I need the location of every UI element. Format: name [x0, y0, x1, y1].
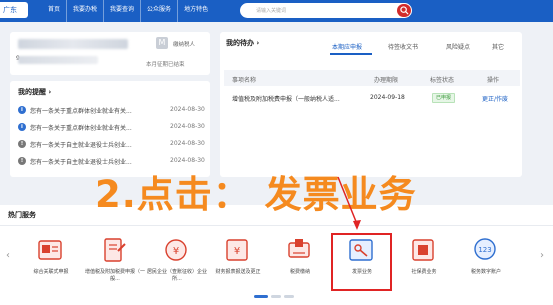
table-row: 增值税及附加税费申报（一般纳税人适... 2024-09-18 已申报 更正/作…: [224, 89, 520, 109]
status-badge: 已申报: [432, 93, 456, 103]
warning-icon: !: [18, 140, 26, 148]
service-label: 税费缴纳: [289, 269, 310, 275]
tab-pending-documents[interactable]: 待签收文书: [388, 42, 418, 51]
pagination-dot-active[interactable]: [254, 295, 268, 298]
search-button[interactable]: [397, 4, 411, 17]
service-label: 税务数字账户: [470, 269, 501, 275]
tab-risk-doubts[interactable]: 风险疑点: [446, 42, 470, 51]
service-vat-declare[interactable]: 增值税及附加税费申报（一般...: [84, 237, 146, 291]
active-tab-underline: [330, 53, 372, 55]
carousel-prev-button[interactable]: ‹: [6, 250, 10, 261]
hot-services-panel: 热门服务 ‹ › 综合关联式申报 增值税及附加税费申报（一般... ¥ 居民企业…: [0, 205, 553, 305]
nav-public-service[interactable]: 公众服务: [140, 0, 177, 22]
carousel-next-button[interactable]: ›: [540, 250, 544, 261]
reminder-date: 2024-08-30: [170, 157, 205, 164]
region-label[interactable]: 广东: [0, 2, 28, 18]
tab-current-declare[interactable]: 本期应申报: [332, 42, 362, 51]
reminder-date: 2024-08-30: [170, 123, 205, 130]
info-icon: i: [18, 106, 26, 114]
warning-icon: !: [18, 157, 26, 165]
user-role: 缴纳税人: [173, 42, 196, 48]
carousel-pagination: [254, 295, 299, 298]
nav-query[interactable]: 我要查询: [103, 0, 140, 22]
nav-local-feature[interactable]: 地方特色: [177, 0, 214, 22]
info-icon: i: [18, 123, 26, 131]
reminder-item[interactable]: i 您有一条关于重点群体创业就业有关... 2024-08-30: [18, 105, 205, 117]
nav-tax-handling[interactable]: 我要办税: [66, 0, 103, 22]
social-security-icon: [412, 239, 434, 261]
todo-panel: 我的待办 › 本期应申报 待签收文书 风险疑点 其它 事项名称 办理期限 标签状…: [220, 32, 522, 177]
correct-void-link[interactable]: 更正/作废: [482, 94, 508, 103]
search-input[interactable]: 请输入关键词: [240, 3, 412, 18]
service-label: 增值税及附加税费申报（一般...: [84, 269, 145, 282]
reminder-item[interactable]: i 您有一条关于重点群体创业就业有关... 2024-08-30: [18, 122, 205, 134]
user-badge: M: [156, 37, 168, 49]
column-header: 办理期限: [374, 77, 399, 84]
reminder-text: 您有一条关于重点群体创业就业有关...: [30, 125, 132, 132]
report-icon: ¥: [226, 239, 248, 261]
column-header: 操作: [487, 77, 500, 84]
tax-period-status: 本月征期已结束: [146, 62, 185, 68]
reminders-panel: 我的提醒 › i 您有一条关于重点群体创业就业有关... 2024-08-30 …: [10, 81, 210, 177]
service-integrated-declare[interactable]: 综合关联式申报: [20, 237, 82, 291]
reminder-date: 2024-08-30: [170, 106, 205, 113]
todo-deadline: 2024-09-18: [370, 94, 405, 101]
reminder-item[interactable]: ! 您有一条关于自主就业退役士兵创业... 2024-08-30: [18, 139, 205, 151]
user-name-blurred: [18, 39, 128, 49]
declare-icon: [38, 240, 62, 260]
svg-text:123: 123: [478, 246, 491, 254]
instruction-overlay-text: 2.点击： 发票业务: [95, 173, 417, 216]
nav-home[interactable]: 首页: [42, 0, 66, 22]
service-label: 综合关联式申报: [33, 269, 69, 275]
top-nav-bar: 广东 首页 我要办税 我要查询 公众服务 地方特色 请输入关键词: [0, 0, 553, 22]
todo-item-name: 增值税及附加税费申报（一般纳税人适...: [232, 96, 340, 103]
svg-text:¥: ¥: [173, 246, 179, 257]
reminders-title[interactable]: 我的提醒 ›: [18, 87, 51, 97]
tab-others[interactable]: 其它: [492, 42, 504, 51]
service-label: 居民企业（查账征收）企业所...: [146, 269, 207, 282]
todo-title[interactable]: 我的待办 ›: [226, 38, 259, 48]
pagination-dot[interactable]: [271, 295, 281, 298]
user-id-blurred: [18, 56, 98, 64]
pagination-dot[interactable]: [284, 295, 294, 298]
search-icon: [399, 6, 409, 15]
service-enterprise-income-tax[interactable]: ¥ 居民企业（查账征收）企业所...: [146, 237, 208, 291]
column-header: 标签状态: [430, 77, 455, 84]
reminder-text: 您有一条关于自主就业退役士兵创业...: [30, 142, 132, 149]
svg-text:¥: ¥: [234, 246, 240, 257]
service-financial-report[interactable]: ¥ 财务报表报送及更正: [207, 237, 269, 291]
enterprise-tax-icon: ¥: [165, 239, 187, 261]
vat-icon: [104, 238, 126, 262]
column-header: 事项名称: [232, 77, 257, 84]
digital-account-icon: 123: [474, 238, 496, 260]
payment-icon: [288, 239, 310, 258]
todo-table-header: 事项名称 办理期限 标签状态 操作: [224, 70, 520, 86]
service-label: 社保费业务: [411, 269, 437, 275]
reminder-text: 您有一条关于重点群体创业就业有关...: [30, 108, 132, 115]
divider: [0, 225, 553, 226]
user-card: 9 M 缴纳税人 本月征期已结束: [10, 32, 210, 75]
service-digital-account[interactable]: 123 税务数字账户: [455, 237, 517, 291]
hot-services-title: 热门服务: [8, 211, 36, 219]
reminder-date: 2024-08-30: [170, 140, 205, 147]
service-social-security[interactable]: 社保费业务: [393, 237, 455, 291]
main-nav: 首页 我要办税 我要查询 公众服务 地方特色: [42, 0, 214, 22]
invoice-highlight-box: [331, 233, 392, 291]
service-tax-payment[interactable]: 税费缴纳: [269, 237, 331, 291]
service-label: 财务报表报送及更正: [215, 269, 261, 275]
search-placeholder: 请输入关键词: [256, 8, 287, 14]
